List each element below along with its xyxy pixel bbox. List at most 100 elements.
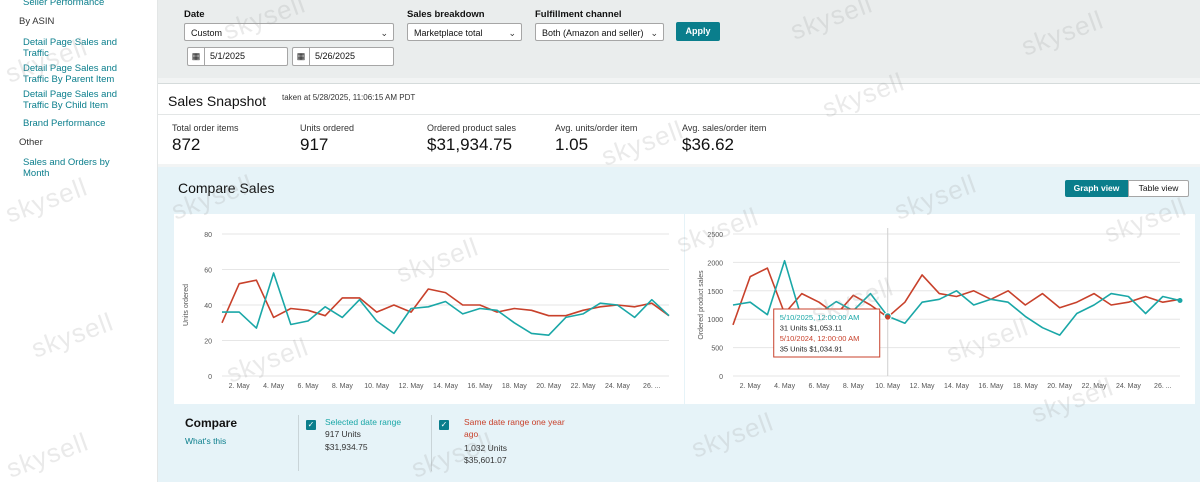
series-line-selected[interactable]	[222, 272, 670, 336]
divider	[431, 415, 432, 471]
y-tick-label: 40	[204, 303, 212, 310]
prior-range-checkbox[interactable]: ✓	[439, 420, 449, 430]
x-tick-label: 6. May	[297, 383, 319, 390]
x-tick-label: 22. May	[1082, 383, 1107, 390]
y-tick-label: 0	[208, 374, 212, 381]
snapshot-timestamp: taken at 5/28/2025, 11:06:15 AM PDT	[282, 93, 416, 102]
calendar-icon[interactable]: ▦	[188, 48, 205, 65]
sidebar: Seller Performance By ASIN Detail Page S…	[0, 0, 158, 482]
compare-sales-title: Compare Sales	[178, 180, 275, 196]
y-tick-label: 500	[711, 346, 723, 353]
x-tick-label: 20. May	[1047, 383, 1072, 390]
tooltip-line: 5/10/2024, 12:00:00 AM	[780, 334, 860, 343]
start-date-value: 5/1/2025	[210, 51, 246, 61]
end-date-value: 5/26/2025	[315, 51, 356, 61]
y-tick-label: 0	[719, 374, 723, 381]
date-label: Date	[184, 9, 205, 20]
metric-value-ordered-product-sales: $31,934.75	[427, 135, 513, 154]
date-select[interactable]: Custom ⌄	[184, 23, 394, 41]
compare-legend: Compare What's this ✓ Selected date rang…	[158, 407, 1200, 482]
selected-range-checkbox[interactable]: ✓	[306, 420, 316, 430]
sales-breakdown-select[interactable]: Marketplace total ⌄	[407, 23, 522, 41]
x-tick-label: 4. May	[263, 383, 285, 390]
ordered-product-sales-chart: 0 500 1000 1500 2000 2500 Ordered product sale…	[698, 228, 1183, 390]
x-tick-label: 24. May	[1116, 383, 1141, 390]
x-tick-label: 10. May	[875, 383, 900, 390]
x-tick-label: 14. May	[944, 383, 969, 390]
table-view-button[interactable]: Table view	[1128, 180, 1189, 197]
graph-view-button[interactable]: Graph view	[1065, 180, 1128, 197]
sidebar-item-seller-performance[interactable]: Seller Performance	[23, 0, 151, 9]
x-tick-label: 10. May	[364, 383, 389, 390]
selected-range-label: Selected date range	[325, 417, 402, 427]
y-tick-label: 60	[204, 268, 212, 275]
x-tick-label: 22. May	[571, 383, 596, 390]
x-tick-label: 16. May	[467, 383, 492, 390]
end-point-selected	[1177, 297, 1183, 303]
x-tick-label: 4. May	[774, 383, 796, 390]
sales-snapshot: Sales Snapshot taken at 5/28/2025, 11:06…	[158, 83, 1200, 164]
hover-point-prior[interactable]	[885, 314, 891, 320]
x-tick-label: 20. May	[536, 383, 561, 390]
sidebar-item-detail-page-sales-traffic[interactable]: Detail Page Sales and Traffic	[23, 37, 123, 59]
selected-range-units: 917 Units	[325, 429, 361, 439]
x-tick-label: 14. May	[433, 383, 458, 390]
fulfillment-select[interactable]: Both (Amazon and seller) ⌄	[535, 23, 664, 41]
x-tick-label: 18. May	[1013, 383, 1038, 390]
divider	[298, 415, 299, 471]
x-tick-label: 6. May	[808, 383, 830, 390]
apply-button[interactable]: Apply	[676, 22, 720, 41]
y-axis-label: Ordered product sales	[698, 270, 705, 340]
prior-range-label-cont: ago	[464, 429, 479, 439]
compare-sales-panel: Compare Sales Graph view Table view 0 20 4…	[158, 167, 1200, 482]
selected-range-sales: $31,934.75	[325, 442, 368, 452]
x-tick-label: 26. ...	[1154, 383, 1172, 390]
tooltip-line: 35 Units $1,034.91	[780, 345, 843, 354]
tooltip-line: 5/10/2025, 12:00:00 AM	[780, 313, 860, 322]
y-tick-label: 1500	[707, 289, 723, 296]
fulfillment-label: Fulfillment channel	[535, 9, 622, 20]
metric-value-total-order-items: 872	[172, 135, 201, 154]
divider	[158, 114, 1200, 115]
x-tick-label: 2. May	[740, 383, 762, 390]
sales-breakdown-value: Marketplace total	[414, 28, 483, 38]
x-tick-label: 18. May	[502, 383, 527, 390]
metric-value-units-ordered: 917	[300, 135, 329, 154]
whats-this-link[interactable]: What's this	[185, 436, 226, 446]
sidebar-item-sales-orders-by-month[interactable]: Sales and Orders by Month	[23, 157, 118, 179]
main-content: Date Custom ⌄ ▦ 5/1/2025 ▦ 5/26/2025 Sal…	[158, 0, 1200, 482]
chevron-down-icon: ⌄	[380, 28, 388, 38]
x-tick-label: 8. May	[843, 383, 865, 390]
metric-value-avg-units-order-item: 1.05	[555, 135, 589, 154]
y-axis-label: Units ordered	[183, 284, 190, 326]
chevron-down-icon: ⌄	[650, 28, 658, 38]
start-date-field[interactable]: ▦ 5/1/2025	[187, 47, 288, 66]
compare-legend-title: Compare	[185, 416, 238, 430]
metric-label-avg-sales-order-item: Avg. sales/order item	[682, 123, 767, 133]
x-tick-label: 16. May	[978, 383, 1003, 390]
sidebar-item-by-parent-item[interactable]: Detail Page Sales and Traffic By Parent …	[23, 63, 123, 85]
x-tick-label: 12. May	[910, 383, 935, 390]
prior-range-sales: $35,601.07	[464, 455, 507, 465]
calendar-icon[interactable]: ▦	[293, 48, 310, 65]
snapshot-title: Sales Snapshot	[168, 93, 267, 109]
prior-range-label: Same date range one year	[464, 417, 565, 427]
sidebar-item-brand-performance[interactable]: Brand Performance	[23, 118, 151, 130]
metric-label-avg-units-order-item: Avg. units/order item	[555, 123, 638, 133]
tooltip-line: 31 Units $1,053.11	[780, 324, 842, 333]
units-ordered-chart: 0 20 40 60 80 Units ordered 2. May 4. May 6. May…	[183, 232, 670, 390]
fulfillment-value: Both (Amazon and seller)	[542, 28, 644, 38]
y-tick-label: 20	[204, 339, 212, 346]
chevron-down-icon: ⌄	[508, 28, 516, 38]
sidebar-heading-other: Other	[19, 137, 43, 148]
sidebar-heading-by-asin: By ASIN	[19, 16, 55, 27]
x-tick-label: 8. May	[332, 383, 354, 390]
sidebar-item-by-child-item[interactable]: Detail Page Sales and Traffic By Child I…	[23, 89, 123, 111]
end-date-field[interactable]: ▦ 5/26/2025	[292, 47, 394, 66]
metric-label-total-order-items: Total order items	[172, 123, 239, 133]
y-tick-label: 2500	[707, 232, 723, 239]
x-tick-label: 26. ...	[643, 383, 661, 390]
date-select-value: Custom	[191, 28, 223, 38]
filter-bar: Date Custom ⌄ ▦ 5/1/2025 ▦ 5/26/2025 Sal…	[158, 0, 1200, 78]
units-chart-panel: 0 20 40 60 80 Units ordered 2. May 4. May 6. May…	[174, 214, 684, 404]
